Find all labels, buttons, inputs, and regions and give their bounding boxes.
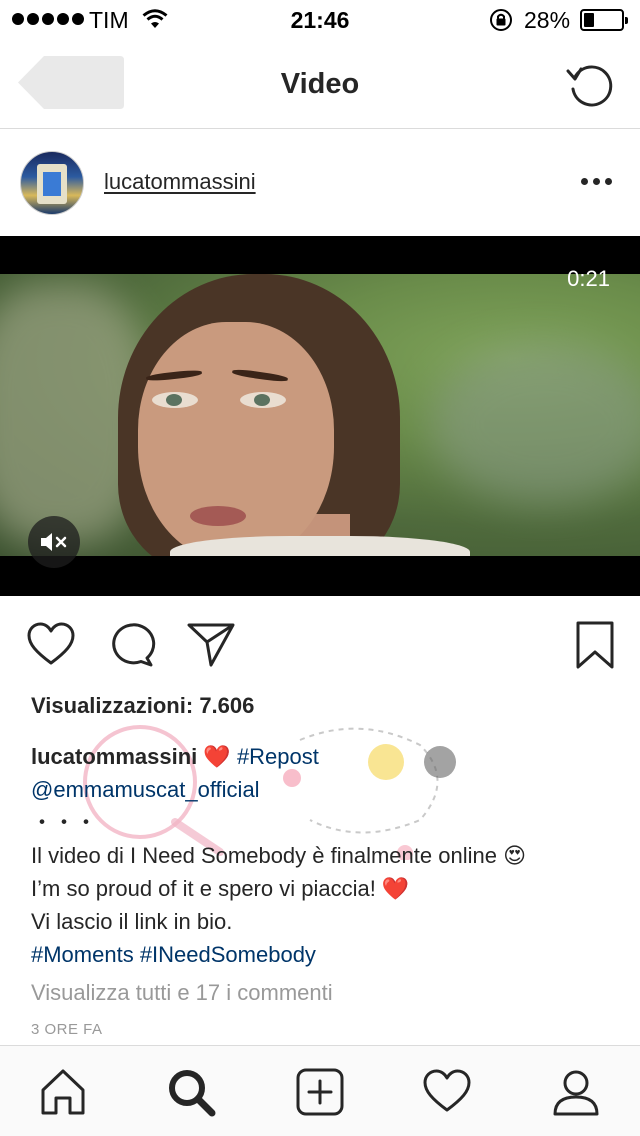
battery-percent: 28% [524,7,571,33]
mute-icon[interactable] [28,516,80,568]
caption-username[interactable]: lucatommassini [31,744,197,769]
rotation-lock-icon [488,8,514,38]
battery-icon [580,9,628,31]
tab-bar [0,1045,640,1136]
heart-outline-icon[interactable] [26,620,76,670]
battery-level [584,13,594,27]
caption-mention[interactable]: @emmamuscat_official [31,773,621,806]
video-timer: 0:21 [567,266,610,291]
video-player[interactable]: 0:21 [0,236,640,596]
caption-line-2: I’m so proud of it e spero vi piaccia! ❤… [31,876,410,901]
hashtag-repost[interactable]: #Repost [237,744,319,769]
comment-icon[interactable] [106,620,156,670]
nav-header: Video [0,40,640,129]
caption-line-1: Il video di I Need Somebody è finalmente… [31,843,526,868]
home-icon[interactable] [37,1066,89,1118]
views-count: Visualizzazioni: 7.606 [31,693,254,719]
heart-icon[interactable] [421,1066,473,1118]
view-all-comments-link[interactable]: Visualizza tutti e 17 i commenti [31,980,333,1006]
avatar[interactable] [20,151,84,215]
post-header: lucatommassini [0,129,640,236]
bookmark-icon[interactable] [570,620,620,670]
views-label: Visualizzazioni: [31,693,194,718]
more-icon[interactable] [576,169,616,193]
page-title: Video [280,68,360,100]
status-bar: TIM 21:46 28% [0,0,640,40]
caption-dots: ・・・ [31,810,98,835]
search-icon[interactable] [165,1066,217,1118]
paper-plane-icon[interactable] [186,620,236,670]
caption-hashtags[interactable]: #Moments #INeedSomebody [31,938,621,971]
profile-icon[interactable] [550,1066,602,1118]
refresh-icon[interactable] [564,58,616,110]
add-post-icon[interactable] [294,1066,346,1118]
post-actions [0,596,640,692]
views-number: 7.606 [199,693,255,718]
video-frame [0,274,640,556]
post-caption: lucatommassini ❤️ #Repost @emmamuscat_of… [31,740,621,971]
post-username[interactable]: lucatommassini [104,169,256,195]
caption-line-3: Vi lascio il link in bio. [31,909,233,934]
post-timestamp: 3 ORE FA [31,1021,103,1038]
caption-heart: ❤️ [203,744,231,769]
